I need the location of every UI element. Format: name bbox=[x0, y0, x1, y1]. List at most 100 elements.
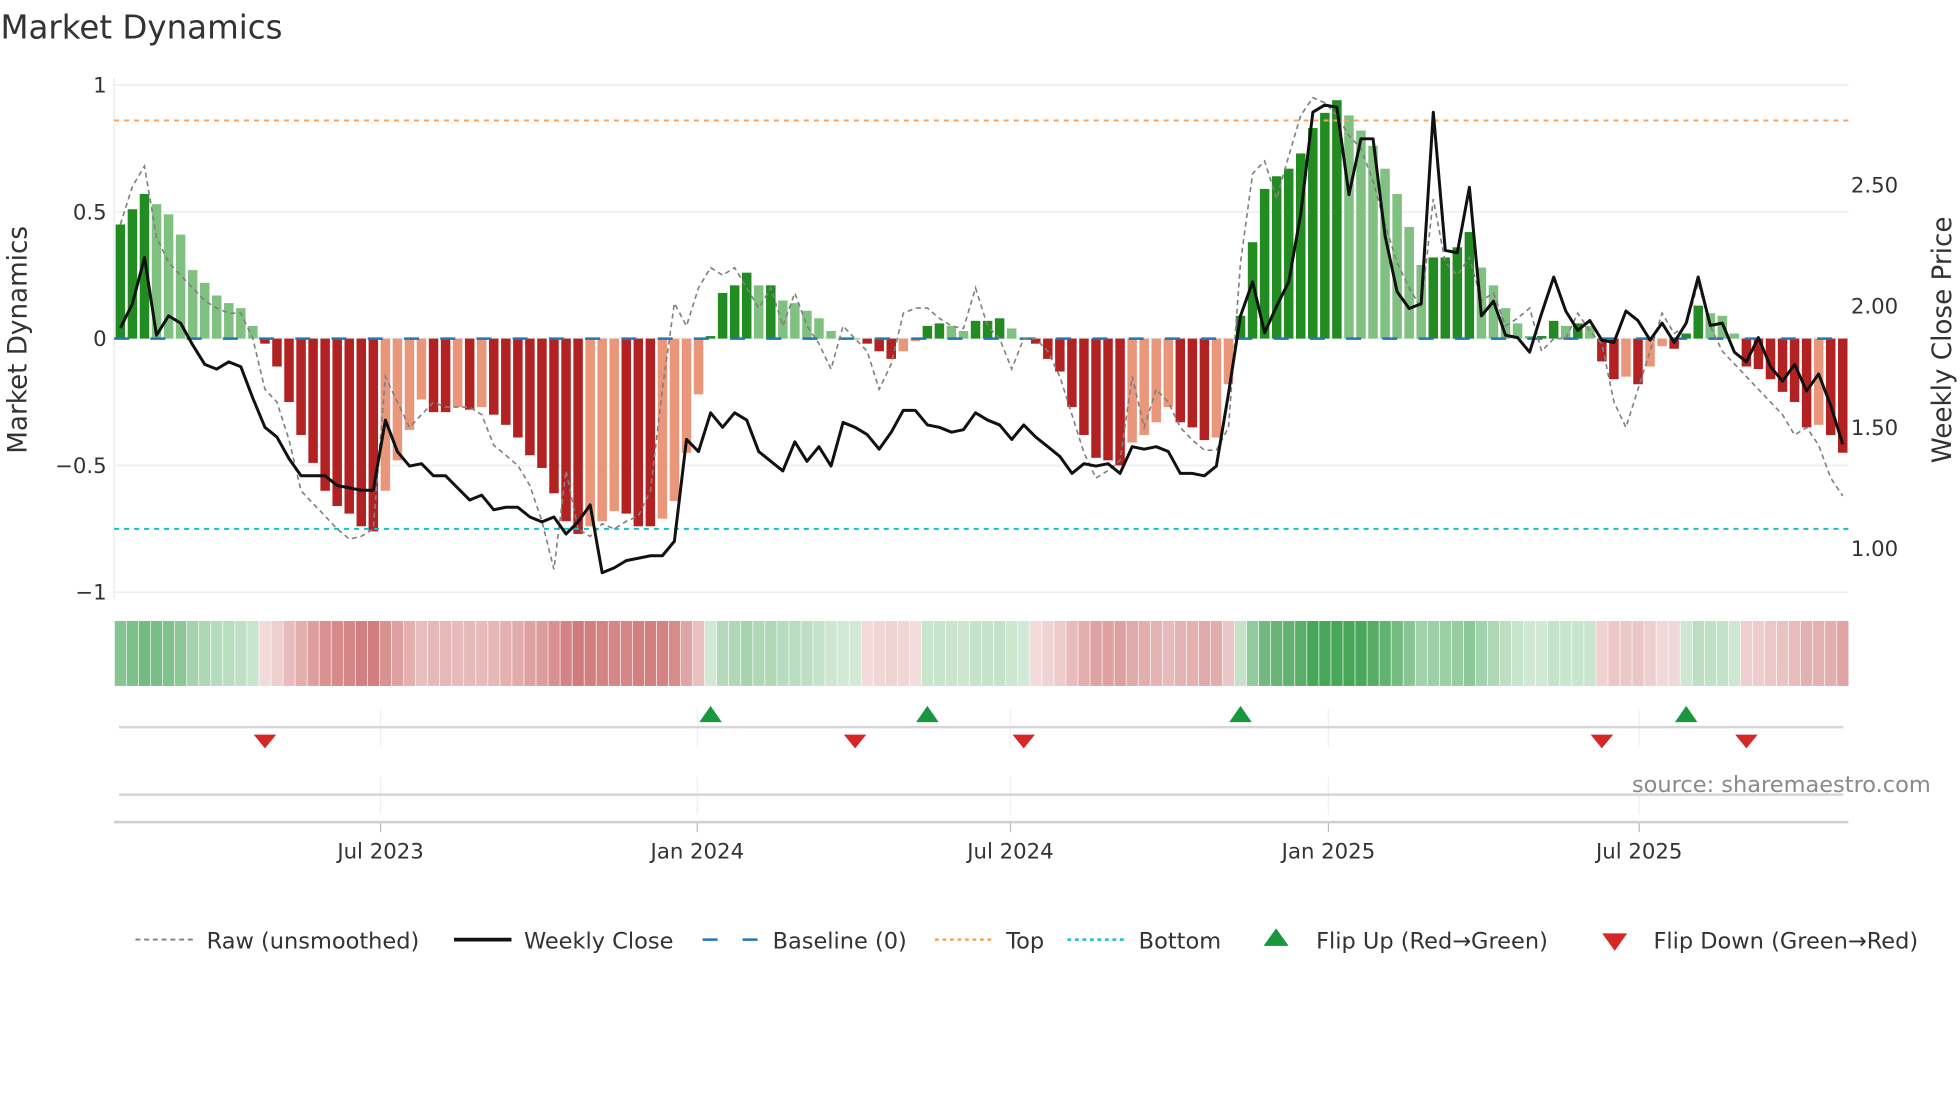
strip-cell bbox=[1740, 620, 1753, 686]
dynamics-bar bbox=[826, 330, 836, 339]
x-tick-label: Jan 2024 bbox=[649, 839, 745, 864]
strip-cell bbox=[199, 620, 211, 686]
dynamics-bar bbox=[1657, 338, 1667, 347]
x-tick-label: Jan 2025 bbox=[1280, 839, 1376, 864]
flip-markers-panel bbox=[114, 705, 1849, 824]
strip-cell bbox=[861, 620, 873, 686]
strip-cell bbox=[1837, 620, 1849, 686]
dynamics-bar bbox=[970, 320, 981, 339]
dynamics-bar bbox=[296, 338, 306, 435]
dynamics-bar bbox=[464, 338, 475, 410]
strip-cell bbox=[885, 620, 897, 686]
strip-cell bbox=[1728, 620, 1741, 686]
strip-cell bbox=[1644, 620, 1656, 686]
strip-cell bbox=[1222, 620, 1235, 686]
strip-cell bbox=[1523, 620, 1536, 686]
strip-cell bbox=[1343, 620, 1355, 686]
dynamics-bar bbox=[428, 338, 439, 413]
dynamics-bars bbox=[115, 100, 1848, 534]
dynamics-bar bbox=[320, 338, 330, 491]
legend-item-flip-down: Flip Down (Green→Red) bbox=[1602, 928, 1918, 954]
strip-cell bbox=[138, 620, 151, 686]
strip-cell bbox=[765, 620, 777, 686]
dynamics-bar bbox=[380, 338, 391, 491]
strip-cell bbox=[1246, 620, 1259, 686]
y2-tick-label: 2.00 bbox=[1851, 295, 1898, 320]
axis-ticks: 1 0.5 0 −0.5 −1 2.50 2.00 1.50 1.00 Jul 2023 Jan 2… bbox=[55, 73, 1898, 864]
strip-cell bbox=[283, 620, 295, 686]
y2-tick-label: 1.50 bbox=[1851, 416, 1898, 441]
strip-cell bbox=[439, 620, 452, 686]
legend-label-bottom: Bottom bbox=[1139, 928, 1221, 954]
dynamics-bar bbox=[416, 338, 427, 400]
strip-cell bbox=[716, 620, 729, 686]
legend-label-top: Top bbox=[1005, 928, 1044, 954]
flip-down-marker bbox=[1012, 734, 1035, 749]
strip-cell bbox=[1752, 620, 1765, 686]
strip-cell bbox=[741, 620, 753, 686]
strip-cell bbox=[1584, 620, 1596, 686]
strip-cell bbox=[1632, 620, 1644, 686]
strip-cell bbox=[548, 620, 560, 686]
strip-cell bbox=[1608, 620, 1620, 686]
strip-cell bbox=[1006, 620, 1018, 686]
dynamics-bar bbox=[272, 338, 282, 367]
strip-cell bbox=[1054, 620, 1066, 686]
strip-cell bbox=[1355, 620, 1367, 686]
strip-cell bbox=[1692, 620, 1704, 686]
raw-line bbox=[119, 96, 1844, 570]
strip-cell bbox=[1102, 620, 1114, 686]
strip-cell bbox=[1668, 620, 1680, 686]
strip-cell bbox=[680, 620, 693, 686]
strip-cell bbox=[1415, 620, 1427, 686]
strip-cell bbox=[162, 620, 175, 686]
strip-cell bbox=[608, 620, 620, 686]
strip-cell bbox=[126, 620, 139, 686]
strip-cell bbox=[1126, 620, 1138, 686]
y-tick-label: −0.5 bbox=[55, 454, 107, 479]
strip-cell bbox=[1391, 620, 1403, 686]
strip-cell bbox=[1716, 620, 1729, 686]
dynamics-bar bbox=[1717, 315, 1728, 339]
dynamics-bar bbox=[1043, 338, 1053, 359]
strip-cell bbox=[1427, 620, 1439, 686]
strip-cell bbox=[403, 620, 416, 686]
strip-cell bbox=[1319, 620, 1331, 686]
dynamics-bar bbox=[1283, 168, 1294, 339]
strip-cell bbox=[1150, 620, 1162, 686]
flip-down-marker bbox=[843, 734, 867, 749]
legend-label-raw: Raw (unsmoothed) bbox=[207, 928, 420, 954]
dynamics-bar bbox=[489, 338, 499, 415]
dynamics-bar bbox=[404, 338, 415, 430]
strip-cell bbox=[837, 620, 849, 686]
dynamics-bar bbox=[1175, 338, 1186, 423]
strip-cell bbox=[777, 620, 789, 686]
dynamics-bar bbox=[597, 338, 607, 522]
dynamics-bar bbox=[693, 338, 704, 395]
y2-axis-label: Weekly Close Price bbox=[1928, 217, 1958, 464]
strip-cell bbox=[1283, 620, 1295, 686]
strip-cell bbox=[1018, 620, 1030, 686]
strip-cell bbox=[1596, 620, 1608, 686]
strip-cell bbox=[223, 620, 235, 686]
strip-cell bbox=[355, 620, 368, 686]
y-tick-label: 0 bbox=[93, 327, 107, 352]
strip-cell bbox=[909, 620, 922, 686]
strip-cell bbox=[1439, 620, 1452, 686]
dynamics-bar bbox=[452, 338, 463, 408]
series-lines bbox=[119, 96, 1845, 575]
dynamics-bar bbox=[284, 338, 294, 403]
dynamics-bar bbox=[946, 325, 957, 339]
dynamics-bar bbox=[778, 300, 788, 339]
legend: Raw (unsmoothed) Weekly Close Baseline (… bbox=[135, 928, 1918, 954]
dynamics-bar bbox=[573, 338, 583, 534]
legend-item-raw: Raw (unsmoothed) bbox=[135, 928, 419, 954]
strip-cell bbox=[584, 620, 596, 686]
strip-cell bbox=[1174, 620, 1187, 686]
strip-cell bbox=[933, 620, 946, 686]
strip-cell bbox=[427, 620, 440, 686]
dynamics-bar bbox=[1452, 247, 1463, 339]
dynamics-bar bbox=[681, 338, 692, 453]
dynamics-bar bbox=[224, 303, 234, 339]
source-credit: source: sharemaestro.com bbox=[1632, 772, 1931, 798]
